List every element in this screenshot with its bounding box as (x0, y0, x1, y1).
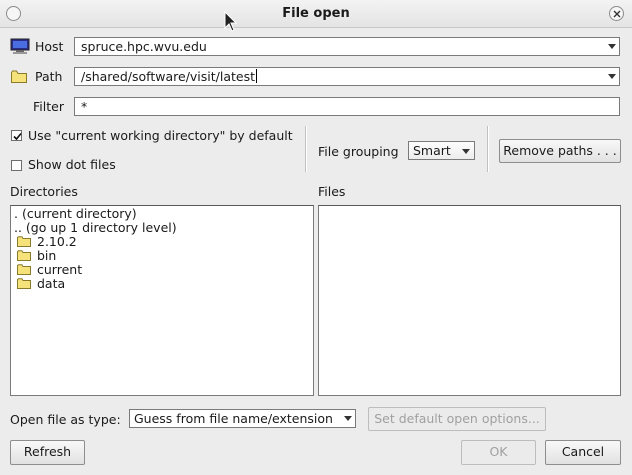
files-header: Files (318, 184, 346, 199)
folder-icon (17, 264, 31, 275)
directories-list[interactable]: . (current directory) .. (go up 1 direct… (10, 205, 314, 396)
use-cwd-label[interactable]: Use "current working directory" by defau… (28, 128, 293, 143)
cancel-button[interactable]: Cancel (545, 440, 621, 465)
folder-name: data (37, 276, 66, 291)
file-grouping-select[interactable]: Smart (408, 141, 475, 160)
list-item-folder[interactable]: current (17, 263, 82, 277)
host-combobox[interactable]: spruce.hpc.wvu.edu (74, 37, 620, 56)
file-grouping-value: Smart (413, 143, 451, 158)
path-value: /shared/software/visit/latest (81, 69, 258, 84)
filter-label: Filter (33, 99, 64, 114)
list-item-folder[interactable]: bin (17, 249, 56, 263)
files-list[interactable] (318, 205, 621, 396)
text-cursor (256, 69, 258, 83)
folder-icon (17, 278, 31, 289)
title-bar: File open (0, 0, 632, 28)
chevron-down-icon[interactable] (608, 74, 616, 79)
close-button[interactable] (609, 6, 624, 21)
filter-input[interactable]: * (74, 97, 620, 116)
list-item-parent-directory[interactable]: .. (go up 1 directory level) (14, 221, 177, 235)
show-dot-files-label[interactable]: Show dot files (28, 157, 116, 172)
chevron-down-icon[interactable] (344, 416, 352, 421)
set-default-open-options-button[interactable]: Set default open options... (368, 407, 546, 431)
open-as-type-value: Guess from file name/extension (134, 411, 333, 426)
separator (487, 126, 489, 172)
directories-header: Directories (10, 184, 78, 199)
mouse-cursor-icon (224, 11, 238, 32)
use-cwd-checkbox[interactable] (11, 130, 22, 141)
remove-paths-button[interactable]: Remove paths . . . (499, 139, 621, 163)
file-grouping-label: File grouping (318, 144, 399, 159)
open-as-type-select[interactable]: Guess from file name/extension (129, 409, 356, 428)
show-dot-files-checkbox[interactable] (11, 160, 22, 171)
list-item-folder[interactable]: data (17, 277, 65, 291)
folder-icon (17, 236, 31, 247)
chevron-down-icon[interactable] (608, 44, 616, 49)
computer-icon (10, 38, 30, 54)
host-value: spruce.hpc.wvu.edu (81, 39, 207, 54)
folder-name: bin (37, 248, 57, 263)
folder-name: current (37, 262, 83, 277)
ok-button[interactable]: OK (461, 440, 536, 465)
chevron-down-icon[interactable] (462, 149, 470, 154)
list-item-folder[interactable]: 2.10.2 (17, 235, 77, 249)
folder-name: 2.10.2 (37, 234, 77, 249)
checkmark-icon (13, 132, 22, 141)
folder-icon (11, 70, 27, 83)
folder-icon (17, 250, 31, 261)
filter-value: * (81, 99, 88, 114)
close-icon (613, 10, 621, 18)
list-item-current-directory[interactable]: . (current directory) (14, 207, 137, 221)
window-title: File open (282, 6, 350, 21)
path-combobox[interactable]: /shared/software/visit/latest (74, 67, 620, 86)
refresh-button[interactable]: Refresh (10, 440, 85, 465)
path-label: Path (35, 69, 63, 84)
host-label: Host (35, 39, 64, 54)
open-as-type-label: Open file as type: (10, 412, 121, 427)
separator (305, 126, 307, 172)
